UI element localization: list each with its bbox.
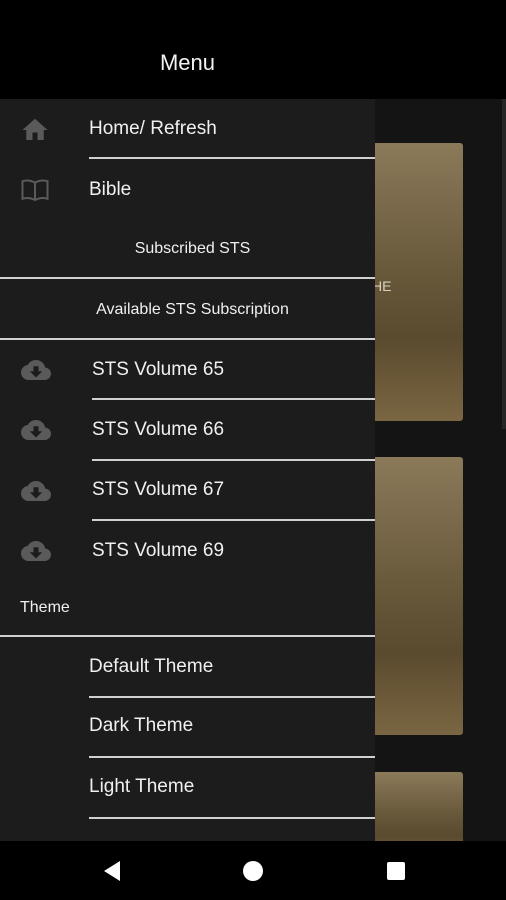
navigation-drawer: Home/ Refresh Bible Subscribed STS Avail… bbox=[0, 99, 375, 841]
drawer-item-home[interactable]: Home/ Refresh bbox=[0, 99, 375, 159]
nav-home-button[interactable] bbox=[223, 841, 283, 900]
scrollbar[interactable] bbox=[502, 99, 506, 429]
theme-label: Dark Theme bbox=[89, 715, 194, 736]
theme-item-dark[interactable]: Dark Theme bbox=[0, 698, 375, 758]
cloud-download-icon bbox=[20, 476, 51, 506]
section-header-theme: Theme bbox=[20, 599, 70, 616]
volume-item-67[interactable]: STS Volume 67 bbox=[0, 461, 375, 521]
section-header-available: Available STS Subscription bbox=[96, 301, 289, 318]
volume-label: STS Volume 65 bbox=[92, 359, 225, 380]
nav-recents-button[interactable] bbox=[366, 841, 426, 900]
divider bbox=[0, 277, 375, 279]
app-bar: Menu bbox=[0, 0, 506, 99]
book-icon bbox=[20, 175, 50, 205]
drawer-item-label: Home/ Refresh bbox=[89, 118, 217, 139]
content-card[interactable] bbox=[360, 772, 463, 841]
recents-icon bbox=[387, 861, 405, 880]
theme-label: Light Theme bbox=[89, 776, 195, 797]
drawer-item-label: Bible bbox=[89, 179, 132, 200]
back-icon bbox=[104, 860, 120, 881]
volume-item-66[interactable]: STS Volume 66 bbox=[0, 400, 375, 460]
divider bbox=[89, 817, 375, 819]
cloud-download-icon bbox=[20, 415, 51, 445]
content-card[interactable]: HE bbox=[360, 143, 463, 421]
volume-label: STS Volume 66 bbox=[92, 419, 225, 440]
system-nav-bar bbox=[0, 841, 506, 900]
content-card[interactable] bbox=[360, 457, 463, 735]
drawer-item-bible[interactable]: Bible bbox=[0, 159, 375, 219]
theme-label: Default Theme bbox=[89, 656, 214, 677]
page-title: Menu bbox=[159, 50, 216, 75]
nav-back-button[interactable] bbox=[82, 841, 142, 900]
home-icon bbox=[20, 115, 50, 145]
volume-label: STS Volume 69 bbox=[92, 540, 225, 561]
cloud-download-icon bbox=[20, 355, 51, 385]
volume-label: STS Volume 67 bbox=[92, 479, 225, 500]
theme-item-default[interactable]: Default Theme bbox=[0, 637, 375, 697]
theme-item-light[interactable]: Light Theme bbox=[0, 758, 375, 818]
cloud-download-icon bbox=[20, 536, 51, 566]
section-header-subscribed: Subscribed STS bbox=[134, 240, 251, 257]
home-circle-icon bbox=[243, 860, 263, 881]
volume-item-69[interactable]: STS Volume 69 bbox=[0, 521, 375, 581]
volume-item-65[interactable]: STS Volume 65 bbox=[0, 340, 375, 400]
